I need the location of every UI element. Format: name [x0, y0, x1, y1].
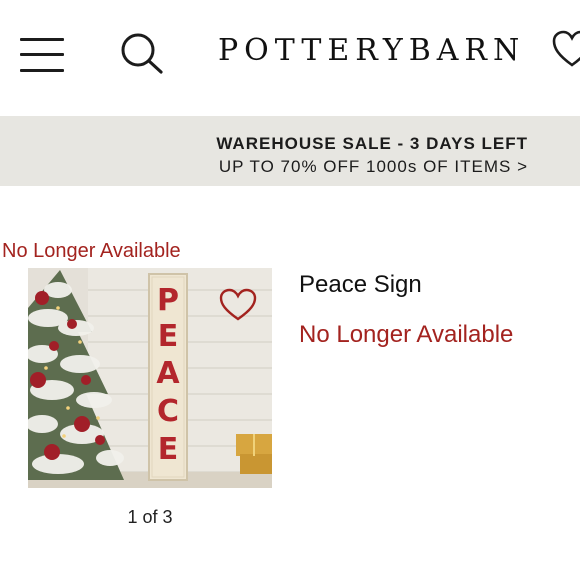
promo-banner[interactable]: WAREHOUSE SALE - 3 DAYS LEFT UP TO 70% O… [0, 116, 580, 186]
search-icon[interactable] [118, 32, 164, 74]
favorite-heart-icon[interactable] [219, 288, 257, 322]
svg-text:C: C [157, 394, 179, 429]
heart-icon[interactable] [552, 30, 580, 70]
site-header: POTTERYBARN [0, 0, 580, 112]
image-pager: 1 of 3 [127, 507, 173, 527]
product-status: No Longer Available [299, 321, 514, 348]
product-name: Peace Sign [299, 271, 422, 298]
promo-link[interactable]: UP TO 70% OFF 1000s OF ITEMS > [219, 157, 528, 177]
svg-text:E: E [158, 319, 179, 354]
brand-logo[interactable]: POTTERYBARN [218, 33, 525, 68]
hamburger-menu-icon[interactable] [20, 38, 64, 72]
promo-headline: WAREHOUSE SALE - 3 DAYS LEFT [216, 134, 528, 153]
svg-text:P: P [157, 283, 179, 318]
availability-label: No Longer Available [2, 240, 181, 262]
svg-text:A: A [156, 356, 180, 391]
svg-text:E: E [158, 432, 179, 467]
